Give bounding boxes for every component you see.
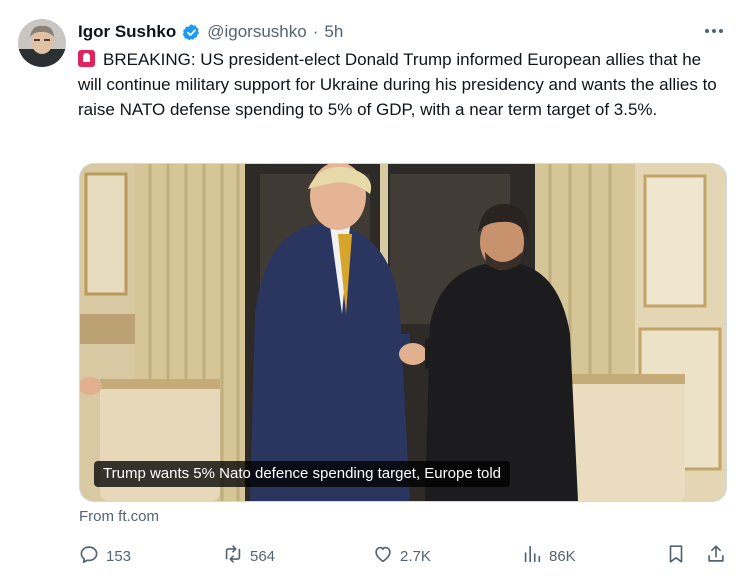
separator-dot: ·	[312, 22, 319, 41]
reply-button[interactable]: 153	[78, 542, 131, 570]
like-count: 2.7K	[400, 547, 431, 565]
repost-button[interactable]: 564	[222, 542, 275, 570]
timestamp[interactable]: 5h	[324, 21, 343, 43]
reply-count: 153	[106, 547, 132, 565]
card-caption[interactable]: Trump wants 5% Nato defence spending tar…	[94, 461, 511, 487]
avatar[interactable]	[18, 19, 66, 67]
tweet-text-block: BREAKING: US president-elect Donald Trum…	[78, 47, 726, 122]
verified-badge-icon	[182, 23, 201, 42]
bookmark-button[interactable]	[665, 542, 687, 570]
link-card-image[interactable]	[79, 163, 727, 502]
more-options-icon[interactable]	[701, 20, 727, 42]
tweet-header: Igor Sushko @igorsushko · 5h	[78, 21, 343, 43]
author-handle[interactable]: @igorsushko	[207, 21, 306, 43]
views-button[interactable]: 86K	[521, 542, 576, 570]
action-bar: 153 564 2.7K 86K	[78, 542, 728, 570]
views-bar-chart-icon	[521, 543, 543, 569]
card-source[interactable]: From ft.com	[79, 508, 159, 525]
tweet-text: BREAKING: US president-elect Donald Trum…	[78, 50, 717, 119]
repost-icon	[222, 543, 244, 569]
share-button[interactable]	[705, 542, 727, 570]
share-icon	[705, 543, 727, 569]
views-count: 86K	[549, 547, 576, 565]
bookmark-icon	[665, 543, 687, 569]
author-name[interactable]: Igor Sushko	[78, 21, 176, 43]
repost-count: 564	[250, 547, 276, 565]
reply-icon	[78, 543, 100, 569]
heart-icon	[372, 543, 394, 569]
rotating-light-icon	[78, 50, 95, 67]
like-button[interactable]: 2.7K	[372, 542, 431, 570]
